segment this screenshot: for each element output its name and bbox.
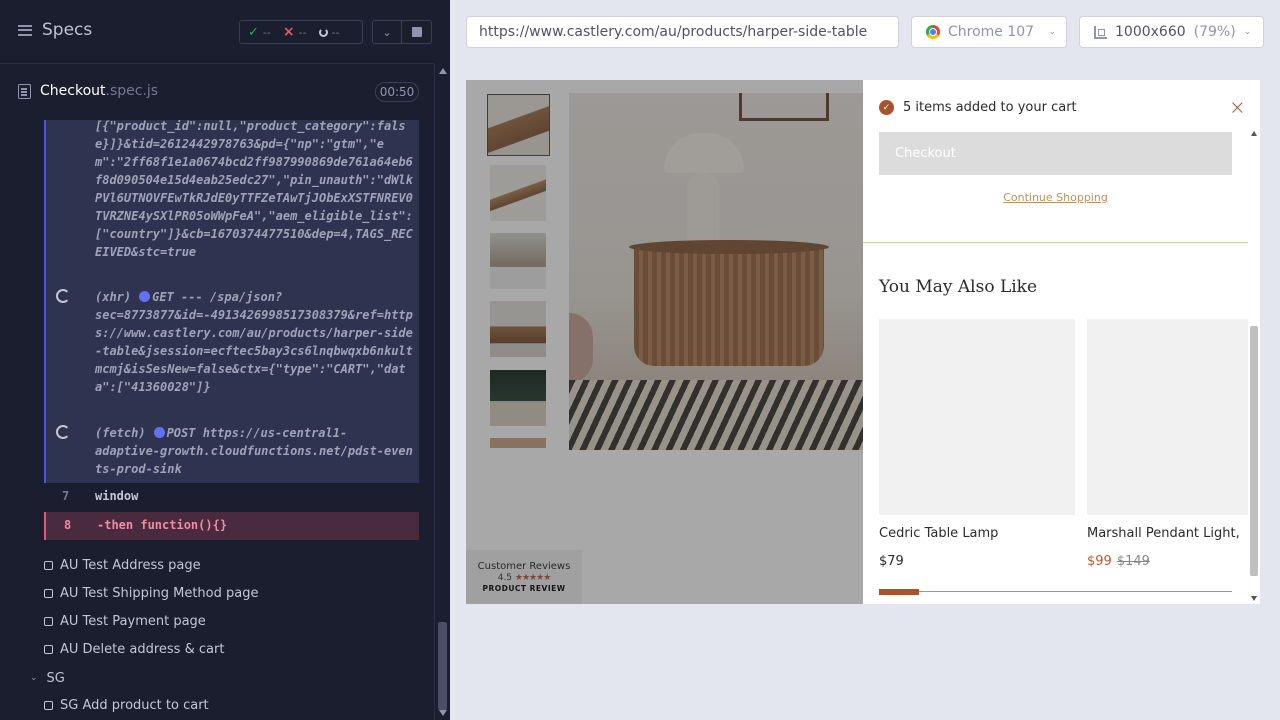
product-price: $99 $149: [1087, 554, 1150, 569]
test-item[interactable]: AU Test Payment page: [44, 607, 206, 635]
menu-icon: [18, 24, 32, 36]
you-may-also-like-title: You May Also Like: [879, 277, 1038, 297]
app-iframe: Customer Reviews 4.5 ★★★★★ PRODUCT REVIE…: [466, 80, 1260, 604]
test-item[interactable]: AU Delete address & cart: [44, 635, 224, 663]
scroll-up-icon[interactable]: [1251, 131, 1257, 136]
stop-button[interactable]: [402, 20, 432, 44]
runner-panel: Specs ✓ -- × -- -- ⌄ Checkout.spec.js 00:5…: [0, 0, 450, 720]
runner-header: Specs ✓ -- × -- -- ⌄: [0, 0, 434, 64]
command-log[interactable]: [{"product_id":null,"product_category":f…: [44, 120, 419, 483]
failed-stat: × --: [282, 24, 307, 40]
log-entry[interactable]: (xhr) GET --- /spa/json? sec=8773877&id=-…: [95, 288, 417, 396]
carousel-progress-fill[interactable]: [879, 589, 919, 595]
divider: [863, 242, 1248, 243]
scrollbar-thumb[interactable]: [438, 622, 447, 710]
specs-title: Specs: [42, 20, 93, 40]
recommended-product[interactable]: Cedric Table Lamp $79: [879, 319, 1075, 569]
viewport-info[interactable]: 1000x660 (79%) ⌄: [1079, 16, 1264, 48]
spec-name: Checkout.spec.js: [40, 83, 159, 99]
cart-scrollbar[interactable]: [1248, 128, 1260, 604]
test-item[interactable]: AU Test Address page: [44, 551, 201, 579]
ruler-icon: [1094, 25, 1107, 39]
product-image[interactable]: [1087, 319, 1260, 515]
check-icon: ✓: [248, 24, 259, 40]
specs-toggle[interactable]: Specs: [18, 20, 92, 40]
test-item[interactable]: AU Test Shipping Method page: [44, 579, 258, 607]
loading-spinner-icon: [56, 425, 70, 439]
pending-dot-icon: [139, 291, 151, 302]
aut-panel: https://www.castlery.com/au/products/har…: [450, 0, 1280, 720]
document-icon: [18, 84, 31, 99]
test-stats: ✓ -- × -- --: [239, 20, 363, 44]
scrollbar-thumb[interactable]: [1250, 326, 1258, 576]
scroll-up-icon[interactable]: [439, 68, 447, 74]
product-name[interactable]: Marshall Pendant Light,: [1087, 526, 1260, 541]
browser-selector[interactable]: Chrome 107 ⌄: [911, 16, 1067, 48]
runner-scrollbar[interactable]: [434, 64, 450, 720]
test-status-icon: [44, 644, 53, 654]
continue-shopping-link[interactable]: Continue Shopping: [879, 191, 1232, 204]
spec-timer: 00:50: [375, 82, 419, 102]
product-image[interactable]: [879, 319, 1075, 515]
code-line-error[interactable]: 8 -then function(){}: [44, 512, 419, 540]
cart-drawer: ✓ 5 items added to your cart × Checkout …: [863, 80, 1260, 604]
scroll-down-icon[interactable]: [439, 710, 447, 716]
test-status-icon: [44, 560, 53, 570]
scroll-down-icon[interactable]: [1251, 596, 1257, 601]
test-status-icon: [44, 588, 53, 598]
test-status-icon: [44, 700, 53, 710]
check-circle-icon: ✓: [879, 100, 894, 115]
product-name[interactable]: Cedric Table Lamp: [879, 526, 1075, 541]
pending-stat: --: [318, 26, 340, 39]
cart-added-message: ✓ 5 items added to your cart: [879, 100, 1077, 115]
passed-stat: ✓ --: [248, 24, 271, 40]
suite-item[interactable]: ⌄ SG: [30, 664, 65, 692]
pending-icon: [318, 27, 328, 37]
chevron-down-icon: ⌄: [1048, 27, 1056, 37]
chrome-icon: [926, 25, 940, 39]
modal-backdrop[interactable]: [466, 80, 863, 604]
spec-header: Checkout.spec.js 00:50: [0, 64, 434, 120]
log-entry[interactable]: (fetch) POST https://us-central1- adaptiv…: [95, 424, 417, 478]
product-page: Customer Reviews 4.5 ★★★★★ PRODUCT REVIE…: [466, 80, 863, 604]
collapse-button[interactable]: ⌄: [372, 20, 402, 44]
close-icon[interactable]: ×: [1229, 97, 1246, 117]
checkout-button[interactable]: Checkout: [879, 132, 1232, 175]
chevron-down-icon: ⌄: [382, 25, 392, 39]
test-status-icon: [44, 616, 53, 626]
product-price: $79: [879, 554, 904, 569]
recommended-product[interactable]: Marshall Pendant Light, $99 $149: [1087, 319, 1260, 569]
pending-dot-icon: [153, 427, 165, 438]
log-entry[interactable]: [{"product_id":null,"product_category":f…: [95, 120, 417, 261]
stop-icon: [411, 27, 422, 37]
url-bar[interactable]: https://www.castlery.com/au/products/har…: [466, 16, 899, 48]
carousel-progress-track: [879, 591, 1232, 592]
loading-spinner-icon: [56, 289, 70, 303]
test-item[interactable]: SG Add product to cart: [44, 691, 209, 719]
x-icon: ×: [282, 24, 295, 40]
cypress-app: Specs ✓ -- × -- -- ⌄ Checkout.spec.js 00:5…: [0, 0, 1280, 720]
chevron-down-icon: ⌄: [1243, 27, 1252, 37]
code-line[interactable]: 7 window: [44, 483, 419, 511]
chevron-down-icon: ⌄: [30, 673, 38, 683]
